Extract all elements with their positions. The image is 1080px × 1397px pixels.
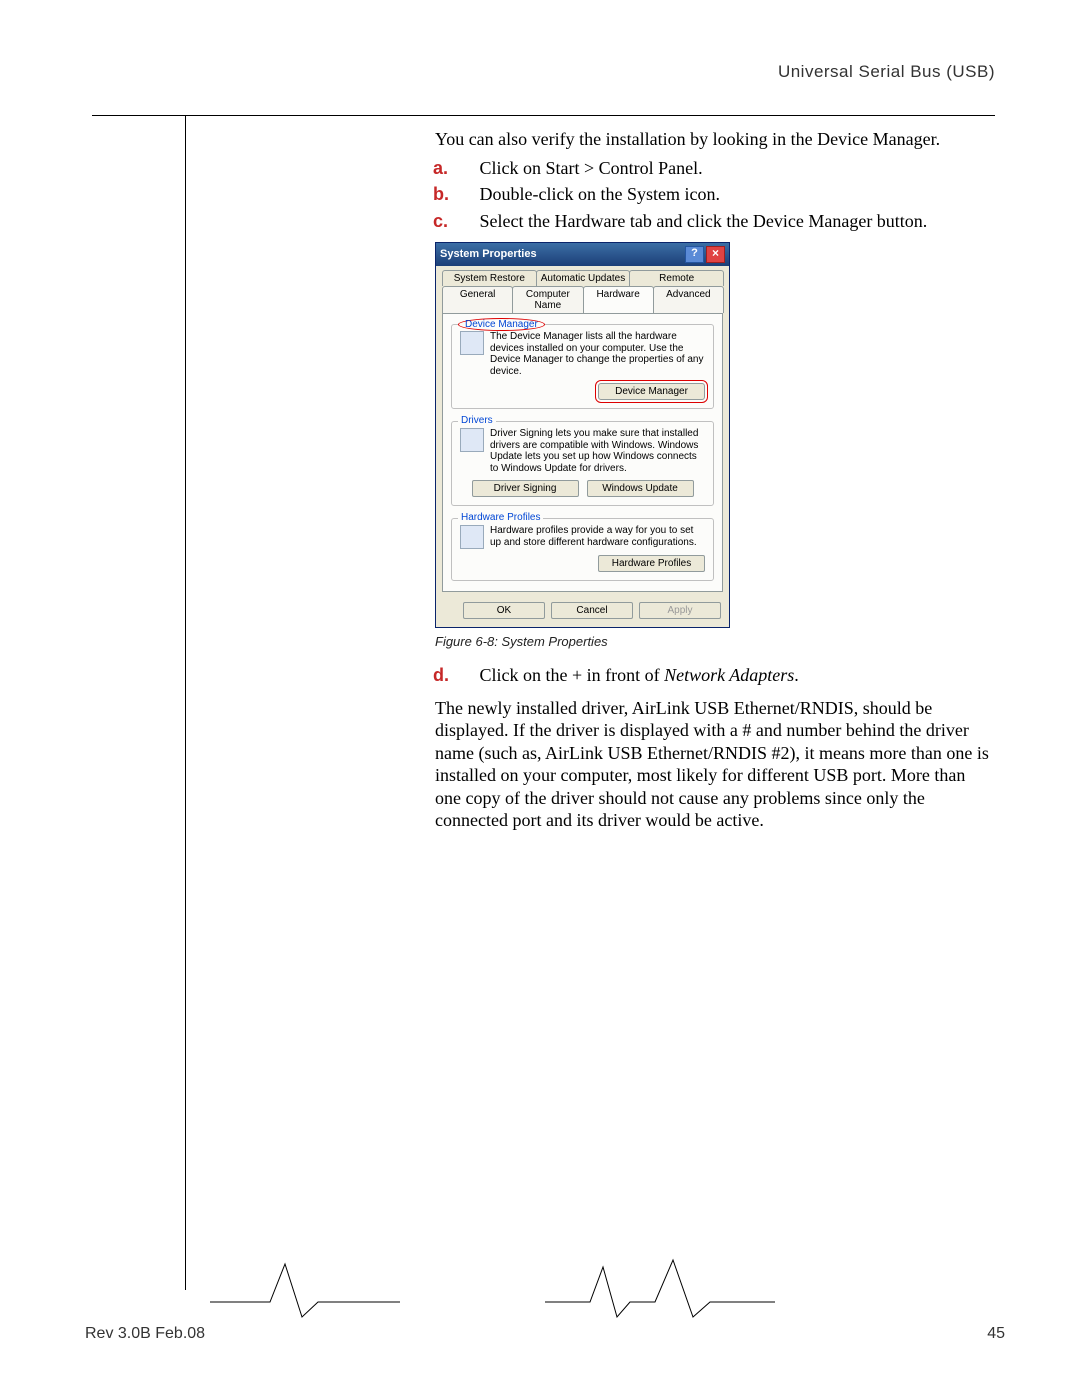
ok-button[interactable]: OK	[463, 602, 545, 619]
footer-page-number: 45	[987, 1325, 1005, 1343]
step-text: Double-click on the System icon.	[480, 184, 720, 204]
steps-d: d. Click on the + in front of Network Ad…	[435, 664, 990, 687]
tab-remote[interactable]: Remote	[629, 270, 724, 286]
step-c: c. Select the Hardware tab and click the…	[435, 210, 990, 233]
hardware-profiles-button[interactable]: Hardware Profiles	[598, 555, 705, 572]
step-b: b. Double-click on the System icon.	[435, 183, 990, 206]
section-header: Universal Serial Bus (USB)	[778, 62, 995, 82]
dialog-title: System Properties	[440, 248, 683, 260]
step-d: d. Click on the + in front of Network Ad…	[435, 664, 990, 687]
windows-update-button[interactable]: Windows Update	[587, 480, 694, 497]
group-hardware-profiles: Hardware Profiles Hardware profiles prov…	[451, 518, 714, 581]
tab-automatic-updates[interactable]: Automatic Updates	[536, 270, 631, 286]
tab-hardware[interactable]: Hardware	[583, 286, 654, 313]
footer-revision: Rev 3.0B Feb.08	[85, 1325, 205, 1343]
step-marker: b.	[455, 183, 475, 206]
dialog-pane: Device Manager The Device Manager lists …	[442, 313, 723, 592]
step-marker: c.	[455, 210, 475, 233]
heartbeat-icon	[545, 1252, 775, 1322]
main-content: You can also verify the installation by …	[435, 128, 990, 836]
step-marker: d.	[455, 664, 475, 687]
step-text: Select the Hardware tab and click the De…	[480, 211, 928, 231]
drivers-icon	[460, 428, 484, 452]
step-a: a. Click on Start > Control Panel.	[435, 157, 990, 180]
tab-computer-name[interactable]: Computer Name	[512, 286, 583, 313]
device-manager-button[interactable]: Device Manager	[598, 383, 705, 400]
close-icon[interactable]: ×	[706, 246, 725, 263]
group-device-manager: Device Manager The Device Manager lists …	[451, 324, 714, 409]
dialog-tabs: System Restore Automatic Updates Remote …	[436, 266, 729, 313]
body-paragraph: The newly installed driver, AirLink USB …	[435, 697, 990, 832]
tab-advanced[interactable]: Advanced	[653, 286, 724, 313]
page-footer: Rev 3.0B Feb.08 45	[85, 1325, 1005, 1343]
cancel-button[interactable]: Cancel	[551, 602, 633, 619]
step-text: Click on Start > Control Panel.	[480, 158, 703, 178]
margin-rule	[185, 115, 186, 1290]
help-icon[interactable]: ?	[685, 246, 704, 263]
group-text: The Device Manager lists all the hardwar…	[490, 331, 705, 377]
figure-caption: Figure 6-8: System Properties	[435, 634, 990, 650]
apply-button[interactable]: Apply	[639, 602, 721, 619]
device-manager-icon	[460, 331, 484, 355]
step-d-italic: Network Adapters	[664, 665, 794, 685]
driver-signing-button[interactable]: Driver Signing	[472, 480, 579, 497]
group-legend: Device Manager	[458, 318, 545, 331]
header-rule	[92, 115, 995, 116]
intro-paragraph: You can also verify the installation by …	[435, 128, 990, 151]
step-d-suffix: .	[794, 665, 799, 685]
dialog-bottom-buttons: OK Cancel Apply	[436, 598, 729, 627]
system-properties-dialog: System Properties ? × System Restore Aut…	[435, 242, 730, 628]
group-drivers: Drivers Driver Signing lets you make sur…	[451, 421, 714, 506]
step-marker: a.	[455, 157, 475, 180]
tab-general[interactable]: General	[442, 286, 513, 313]
group-legend: Hardware Profiles	[458, 512, 543, 523]
heartbeat-icon	[210, 1252, 400, 1322]
group-legend: Drivers	[458, 415, 496, 426]
group-text: Driver Signing lets you make sure that i…	[490, 428, 705, 474]
group-text: Hardware profiles provide a way for you …	[490, 525, 705, 549]
step-d-prefix: Click on the + in front of	[480, 665, 665, 685]
steps-abc: a. Click on Start > Control Panel. b. Do…	[435, 157, 990, 233]
hardware-profiles-icon	[460, 525, 484, 549]
dialog-titlebar: System Properties ? ×	[436, 243, 729, 266]
tab-system-restore[interactable]: System Restore	[442, 270, 537, 286]
